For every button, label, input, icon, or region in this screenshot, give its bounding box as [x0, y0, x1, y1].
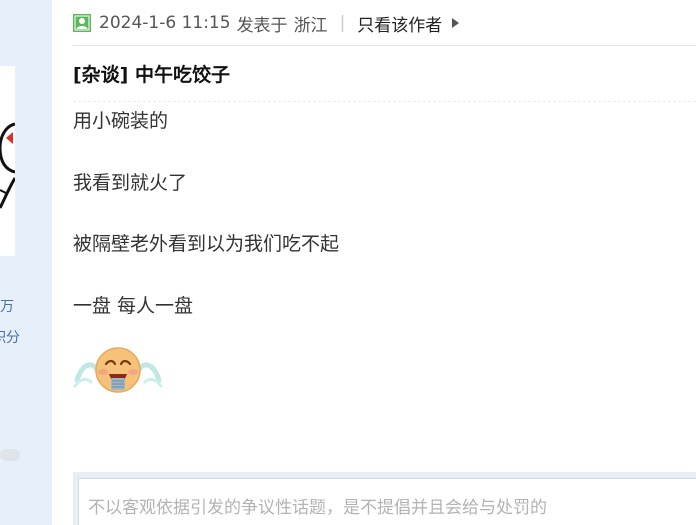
title-divider	[73, 101, 696, 102]
meta-divider	[73, 45, 696, 46]
post-line-3: 被隔壁老外看到以为我们吃不起	[73, 233, 340, 255]
avatar-cartoon-image	[0, 122, 15, 209]
stat-wan-text: 万	[0, 299, 14, 315]
user-icon	[73, 14, 91, 32]
meta-separator: |	[339, 13, 346, 33]
post-location: 浙江	[293, 15, 328, 36]
posted-in-label: 发表于	[236, 15, 288, 36]
sidebar-scroll-handle[interactable]	[0, 449, 20, 461]
post-line-2: 我看到就火了	[73, 172, 188, 194]
post-timestamp: 2024-1-6 11:15	[99, 13, 231, 33]
reply-area: 不以客观依据引发的争议性话题，是不提倡并且会给与处罚的	[73, 472, 696, 525]
only-author-link[interactable]: 只看该作者	[357, 11, 442, 36]
reply-input[interactable]: 不以客观依据引发的争议性话题，是不提倡并且会给与处罚的	[78, 478, 696, 525]
crying-laughing-emoji-icon	[73, 344, 163, 396]
stat-points-text: 积分	[0, 330, 20, 346]
triangle-right-icon[interactable]	[452, 18, 460, 28]
post-line-1: 用小碗装的	[73, 110, 169, 132]
post-title: [杂谈] 中午吃饺子	[73, 64, 230, 86]
post-line-4: 一盘 每人一盘	[73, 295, 194, 317]
user-sidebar: 万 积分	[0, 0, 52, 525]
avatar[interactable]	[0, 66, 15, 256]
post-meta: 2024-1-6 11:15 发表于 浙江 | 只看该作者	[73, 11, 460, 36]
post-content: 2024-1-6 11:15 发表于 浙江 | 只看该作者 [杂谈] 中午吃饺子…	[52, 0, 696, 525]
